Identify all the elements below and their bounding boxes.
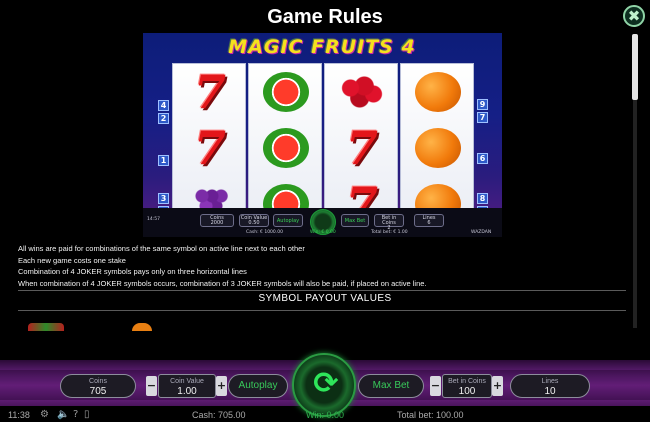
speaker-icon[interactable]: 🔈 [57,409,69,421]
rule-line: Each new game costs one stake [18,255,126,265]
coin-value-value: 1.00 [177,386,197,397]
coins-label: Coins [89,378,107,385]
reel-3: 77 [324,63,398,231]
autoplay-button[interactable]: Autoplay [228,374,288,398]
bet-in-coins-value: 100 [458,386,476,397]
seven-symbol-icon: 7 [345,121,378,175]
cash-display: Cash: 705.00 [192,410,246,420]
reel-4 [400,63,474,231]
lines-label: Lines [541,378,559,385]
reel-2 [248,63,322,231]
coins-display: Coins 705 [60,374,136,398]
bet-plus-button[interactable]: + [492,376,503,396]
preview-coin-value: Coin Value 0.50 [239,214,269,227]
line-number: 9 [477,99,488,110]
coin-value-display: Coin Value 1.00 [158,374,216,398]
preview-win: Win: € 0.00 [310,230,336,235]
berries-symbol-icon [325,64,399,120]
page-title: Game Rules [267,6,383,28]
spin-arrows-icon[interactable]: ⟳ [306,364,346,404]
scrollbar-thumb[interactable] [632,34,638,100]
gear-icon[interactable]: ⚙ [40,409,49,421]
preview-lines: Lines 6 [414,214,444,227]
divider [18,290,626,291]
joker-symbol-icon [28,323,64,331]
game-logo: MAGIC FRUITS 4 [228,36,416,58]
total-bet-display: Total bet: 100.00 [397,410,464,420]
max-bet-button[interactable]: Max Bet [358,374,424,398]
seven-symbol-icon: 7 [193,65,226,119]
preview-cash: Cash: € 1000.00 [246,230,283,235]
bet-minus-button[interactable]: − [430,376,441,396]
reels: 77 77 [172,63,474,231]
melon-symbol-icon [249,64,323,120]
coin-value-plus-button[interactable]: + [216,376,227,396]
close-icon[interactable]: ✖ [623,5,645,27]
win-display: Win: 0.00 [306,410,345,420]
preview-max-bet: Max Bet [341,214,369,227]
help-icon[interactable]: ? [73,409,78,421]
coin-value-label: Coin Value [170,378,204,385]
lines-display: Lines 10 [510,374,590,398]
bet-in-coins-label: Bet in Coins [448,378,486,385]
preview-autoplay: Autoplay [273,214,303,227]
line-number: 7 [477,112,488,123]
preview-coins: Coins 2000 [200,214,234,227]
rule-line: When combination of 4 JOKER symbols occu… [18,278,427,288]
reel-1: 77 [172,63,246,231]
melon-symbol-icon [249,120,323,176]
preview-total-bet: Total bet: € 1.00 [371,230,408,235]
preview-time: 14:57 [147,217,160,222]
rule-line: Combination of 4 JOKER symbols pays only… [18,267,247,276]
preview-bet-in-coins: Bet in Coins 2 [374,214,404,231]
line-number: 4 [158,100,169,111]
line-number: 1 [158,155,169,166]
bet-in-coins-display: Bet in Coins 100 [442,374,492,398]
paytable-icon[interactable]: ▯ [84,409,90,421]
preview-brand: WAZDAN [471,230,492,235]
coins-value: 705 [89,386,107,397]
orange-symbol-icon [401,120,475,176]
divider [18,310,626,311]
coin-value-minus-button[interactable]: − [146,376,157,396]
clock: 11:38 [8,410,30,420]
game-preview-image: MAGIC FRUITS 4 77 77 4 2 1 3 5 9 7 6 8 1… [143,33,502,237]
rule-line: All wins are paid for combinations of th… [18,244,305,253]
line-number: 6 [477,153,488,164]
line-number: 3 [158,193,169,204]
rules-text: All wins are paid for combinations of th… [18,243,618,289]
seven-symbol-icon: 7 [193,121,226,175]
preview-control-bar: 14:57 Coins 2000 Coin Value 0.50 Autoplay … [143,208,502,237]
section-title: SYMBOL PAYOUT VALUES [258,293,392,304]
lines-value: 10 [544,386,556,397]
line-number: 8 [477,193,488,204]
orange-symbol-icon [401,64,475,120]
line-number: 2 [158,113,169,124]
orange-symbol-icon [132,323,152,331]
